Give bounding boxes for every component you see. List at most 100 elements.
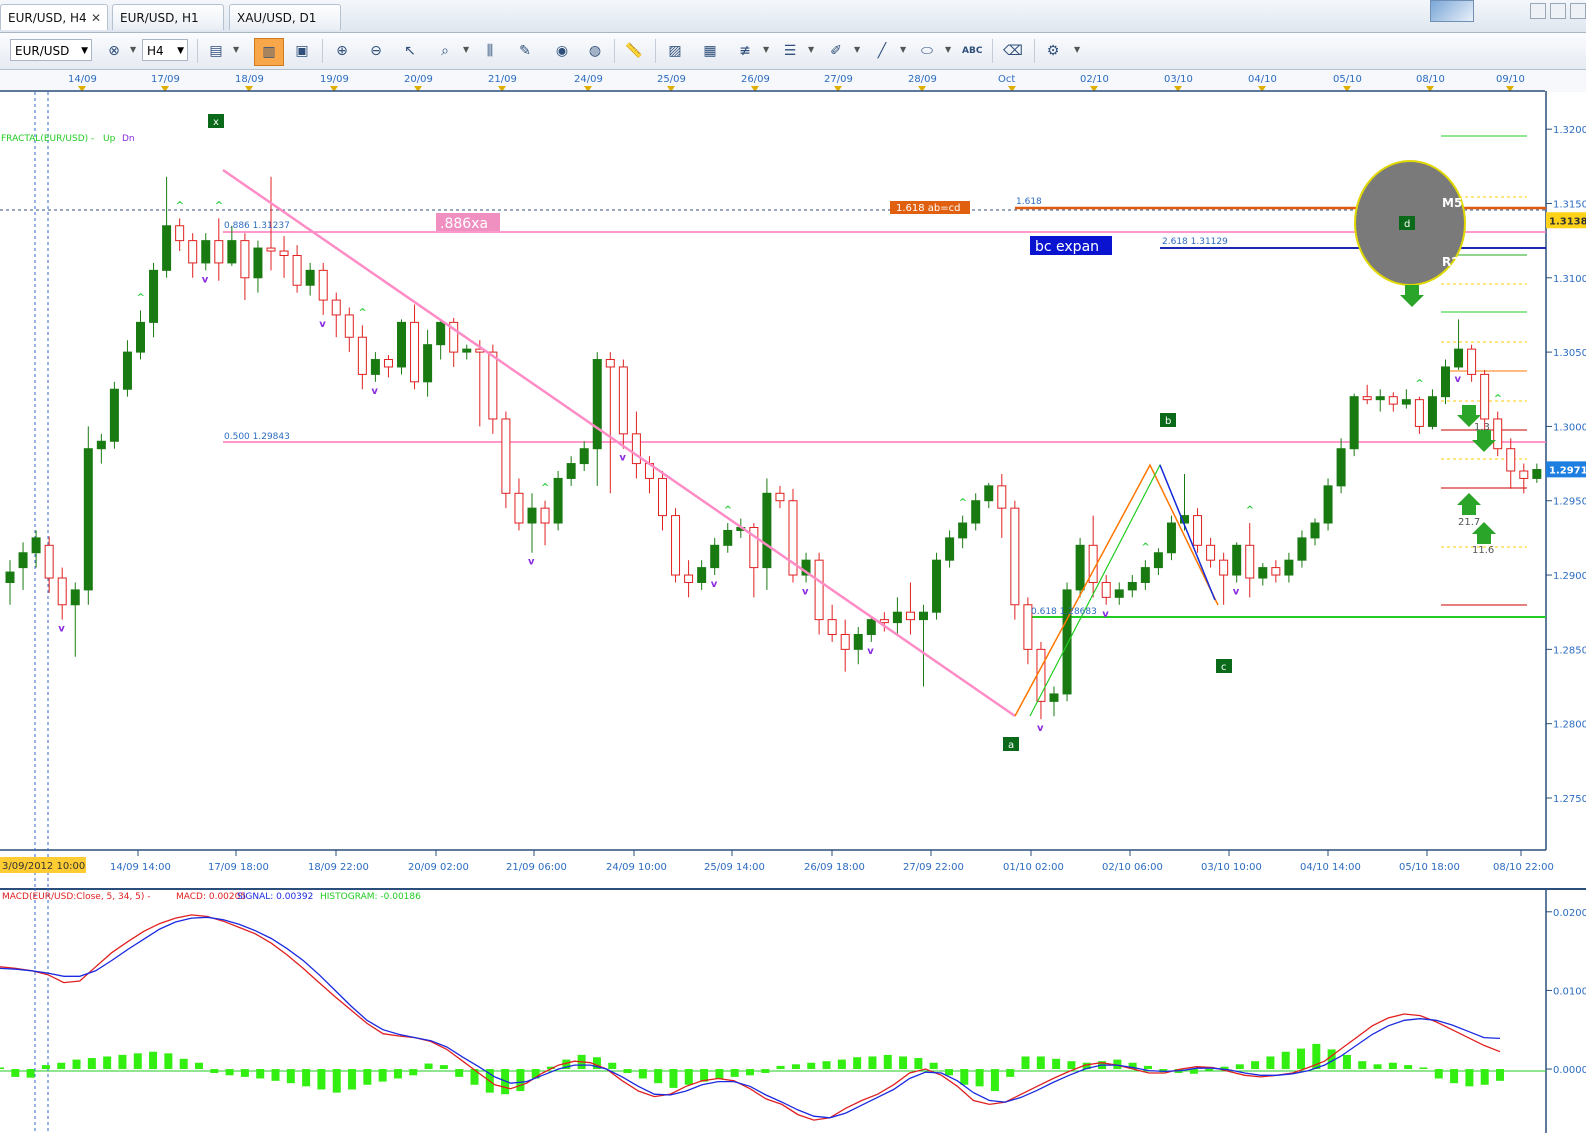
candle-body [410,321,420,383]
histogram-bar [409,1069,418,1076]
macd-chart[interactable]: MACD(EUR/USD:Close, 5, 34, 5) - MACD: 0.… [0,888,1586,1133]
histogram-bar [103,1056,112,1070]
candle-body [1349,396,1359,450]
pen-icon[interactable]: ✐ [826,41,846,61]
toolbar: EUR/USD ▼ ⊗ ▼ H4 ▼ ▤ ▼ ▥ ▣ ⊕ ⊖ ↖ ⌕ ▼ ⫼ ✎ ◉… [0,33,1586,70]
candle-body [1441,366,1450,398]
close-icon[interactable]: ✕ [91,5,101,31]
histogram-bar [1006,1069,1015,1077]
candle-body [1127,581,1137,591]
candle-body [227,240,237,264]
top-date-label: 27/09 [824,74,853,85]
fractal-down-icon: v [1037,723,1044,734]
ruler-icon[interactable]: 📏 [624,41,644,61]
chevron-down-icon[interactable]: ▼ [233,45,239,54]
fractal-up-icon: ^ [176,200,184,211]
bottom-time-label: 05/10 18:00 [1399,862,1460,873]
fractal-down-icon: v [1233,586,1240,597]
fractal-down-icon: v [711,579,718,590]
histogram-bar [1052,1058,1061,1070]
top-date-label: 19/09 [320,74,349,85]
candle-body [462,348,472,353]
candle-body [214,240,224,264]
top-date-label: 24/09 [574,74,603,85]
vertical-line-icon[interactable]: ⫼ [480,41,500,61]
trendline-icon[interactable]: ╱ [872,41,892,61]
chevron-down-icon[interactable]: ▼ [463,45,469,54]
candle-body [553,477,563,524]
tab-eurusd-h4[interactable]: EUR/USD, H4 ✕ [0,4,108,30]
fractal-down-icon: v [319,319,326,330]
chevron-down-icon[interactable]: ▼ [945,45,951,54]
candle-body [1388,396,1398,405]
fractal-up-icon: ^ [1141,542,1149,553]
timeframe-select[interactable]: H4 ▼ [142,39,188,61]
histogram-bar [1251,1061,1260,1070]
picture-icon[interactable]: ▨ [665,41,685,61]
eraser-icon[interactable]: ⌫ [1003,41,1023,61]
candle-body [1010,507,1020,606]
candle-mode-icon[interactable]: ▥ [254,38,284,66]
candle-body [305,269,315,286]
chevron-down-icon[interactable]: ▼ [854,45,860,54]
bottom-time-label: 18/09 22:00 [308,862,369,873]
template-icon[interactable]: ▣ [292,41,312,61]
fibonacci-icon[interactable]: ≢ [735,41,755,61]
edit-icon[interactable]: ✎ [515,41,535,61]
chevron-down-icon: ▼ [81,46,88,56]
chevron-down-icon: ▼ [177,46,184,56]
close-window-icon[interactable] [1570,3,1586,19]
channel-icon[interactable]: ☰ [780,41,800,61]
eye-icon[interactable]: ◉ [552,41,572,61]
bottom-time-label: 3/09/2012 10:00 [2,861,85,872]
zoom-in-icon[interactable]: ⊕ [332,41,352,61]
crosshair-icon[interactable]: ⊗ [104,41,124,61]
chevron-down-icon[interactable]: ▼ [130,45,136,54]
histogram-bar [1205,1069,1214,1071]
histogram-bar [240,1069,249,1077]
candle-body [253,247,263,279]
candle-body [579,448,589,465]
symbol-select[interactable]: EUR/USD ▼ [10,39,92,61]
globe-icon[interactable]: ◍ [585,41,605,61]
candle-body [1206,544,1216,561]
restore-icon[interactable] [1550,3,1566,19]
chevron-down-icon[interactable]: ▼ [900,45,906,54]
macd-tick-label: 0.01000 [1553,986,1586,997]
chevron-down-icon[interactable]: ▼ [808,45,814,54]
magnify-icon[interactable]: ⌕ [435,41,455,61]
candle-body [279,250,289,256]
fib-label: 0.618 1.28683 [1031,607,1097,617]
chevron-down-icon[interactable]: ▼ [763,45,769,54]
separator [992,39,993,63]
histogram-bar [715,1069,724,1079]
histogram-bar [746,1069,754,1076]
candle-body [905,611,915,621]
minimize-icon[interactable] [1530,3,1546,19]
ellipse-icon[interactable]: ⬭ [917,41,937,61]
layout-icon[interactable]: ▦ [700,41,720,61]
chevron-down-icon[interactable]: ▼ [1074,45,1080,54]
indicators-icon[interactable]: ⚙ [1043,41,1063,61]
candle-body [671,515,681,576]
tab-xauusd-d1[interactable]: XAU/USD, D1 [229,4,341,30]
tab-eurusd-h1[interactable]: EUR/USD, H1 [112,4,224,30]
value-label: 11.6 [1472,545,1494,556]
histogram-bar [761,1069,770,1073]
histogram-bar [424,1063,433,1070]
abcd-label: 1.618 ab=cd [896,203,961,214]
candle-body [684,574,694,583]
tab-label: EUR/USD, H1 [120,11,199,25]
histogram-bar [1021,1056,1030,1070]
histogram-bar [822,1061,831,1070]
cursor-icon[interactable]: ↖ [400,41,420,61]
zoom-out-icon[interactable]: ⊖ [366,41,386,61]
candle-body [866,619,876,635]
histogram-bar [1373,1064,1382,1070]
fractal-down-icon: v [1102,609,1109,620]
candle-body [1062,589,1072,695]
chart-type-icon[interactable]: ▤ [206,41,226,61]
candle-body [318,269,328,301]
text-icon[interactable]: ABC [962,41,982,61]
tab-label: EUR/USD, H4 [8,11,87,25]
